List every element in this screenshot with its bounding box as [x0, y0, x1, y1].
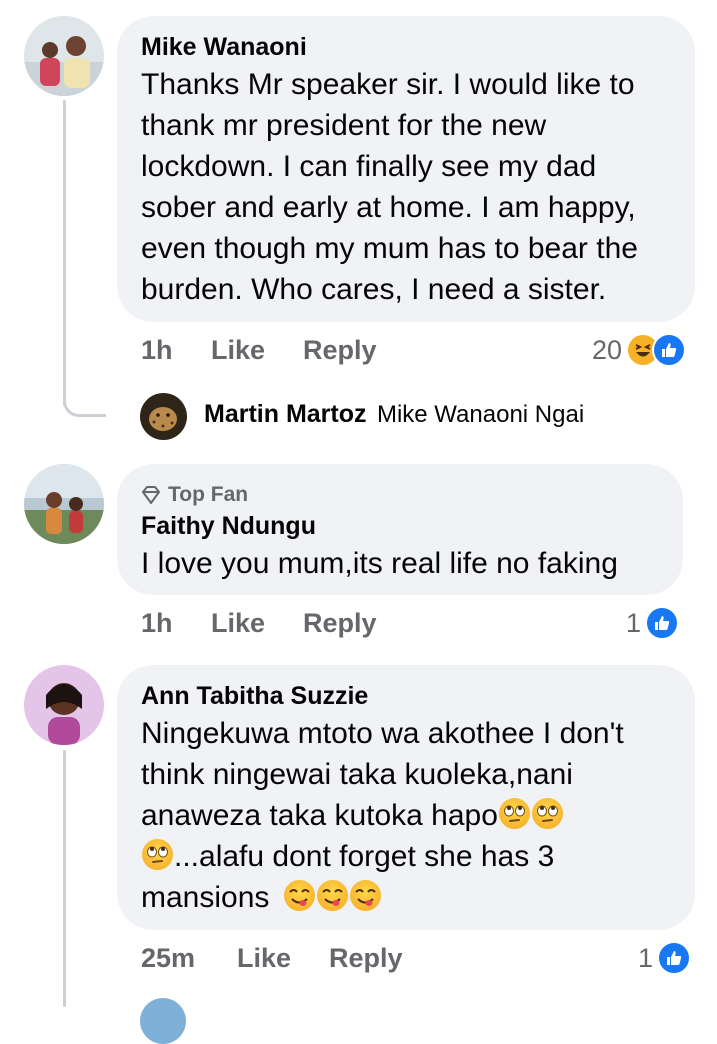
avatar[interactable]: [24, 16, 104, 96]
eye-roll-emoji-icon: [498, 798, 530, 829]
comment-line: lockdown. I can finally see my dad: [141, 150, 597, 183]
comment-author[interactable]: Ann Tabitha Suzzie: [141, 681, 671, 711]
like-button[interactable]: Like: [211, 608, 265, 639]
avatar-photo-icon: [24, 464, 104, 544]
like-button[interactable]: Like: [237, 943, 291, 974]
reply-avatar[interactable]: [140, 393, 187, 440]
avatar[interactable]: [140, 998, 186, 1044]
comment-line: Ningekuwa mtoto wa akothee I don't: [141, 717, 624, 750]
comment-line: thank mr president for the new: [141, 109, 547, 142]
reaction-summary[interactable]: 20: [592, 333, 687, 367]
avatar-photo-icon: [24, 16, 104, 96]
avatar[interactable]: [24, 665, 104, 745]
like-icon: [645, 606, 680, 640]
reply-button[interactable]: Reply: [303, 335, 377, 366]
comment-line: even though my mum has to bear the: [141, 232, 638, 265]
thread-line: [63, 750, 66, 1007]
comment-author[interactable]: Mike Wanaoni: [141, 32, 671, 62]
reaction-count: 1: [638, 942, 654, 973]
comment-text: Thanks Mr speaker sir. I would like to t…: [141, 64, 671, 310]
reaction-summary[interactable]: 1: [626, 606, 680, 640]
eye-roll-emoji-icon: [142, 839, 173, 870]
leopard-avatar-icon: [140, 393, 187, 440]
comment-bubble: Mike Wanaoni Thanks Mr speaker sir. I wo…: [117, 16, 695, 322]
comment-line: mansions: [141, 877, 671, 918]
avatar-photo-icon: [24, 665, 104, 745]
like-icon: [652, 333, 687, 367]
comment-line: think ningewai taka kuoleka,nani: [141, 758, 573, 791]
like-button[interactable]: Like: [211, 335, 265, 366]
like-icon: [657, 941, 692, 975]
comment-line: I love you mum,its real life no faking: [141, 547, 618, 580]
comment-line: ...alafu dont forget she has 3: [141, 836, 671, 877]
comment-bubble: Ann Tabitha Suzzie Ningekuwa mtoto wa ak…: [117, 665, 695, 930]
reply-text: Mike Wanaoni Ngai: [376, 401, 585, 428]
top-fan-badge: Top Fan: [141, 482, 659, 508]
comment-time[interactable]: 1h: [141, 335, 173, 366]
eye-roll-emoji-icon: [531, 798, 563, 829]
yum-emoji-icon: [316, 880, 348, 911]
reply-button[interactable]: Reply: [303, 608, 377, 639]
comment-author[interactable]: Faithy Ndungu: [141, 511, 659, 541]
avatar[interactable]: [24, 464, 104, 544]
yum-emoji-icon: [283, 880, 315, 911]
thread-line: [63, 100, 66, 406]
comment-time[interactable]: 1h: [141, 608, 173, 639]
thread-connector: [63, 380, 106, 417]
comment-text: I love you mum,its real life no faking: [141, 543, 659, 584]
comment-bubble: Top Fan Faithy Ndungu I love you mum,its…: [117, 464, 683, 595]
reply-button[interactable]: Reply: [329, 943, 403, 974]
comment-line: burden. Who cares, I need a sister.: [141, 273, 607, 306]
comment-line: sober and early at home. I am happy,: [141, 191, 636, 224]
badge-label: Top Fan: [168, 483, 249, 506]
reaction-summary[interactable]: 1: [638, 941, 692, 975]
reaction-count: 20: [592, 334, 623, 365]
yum-emoji-icon: [349, 880, 381, 911]
reply-preview[interactable]: Martin Martoz Mike Wanaoni Ngai: [204, 400, 584, 429]
reply-author[interactable]: Martin Martoz: [204, 400, 367, 428]
comment-time[interactable]: 25m: [141, 943, 195, 974]
comment-line: anaweza taka kutoka hapo: [141, 795, 671, 836]
comment-text: Ningekuwa mtoto wa akothee I don't think…: [141, 713, 671, 918]
comment-line: Thanks Mr speaker sir. I would like to: [141, 68, 635, 101]
diamond-icon: [142, 486, 160, 504]
reaction-count: 1: [626, 607, 642, 638]
